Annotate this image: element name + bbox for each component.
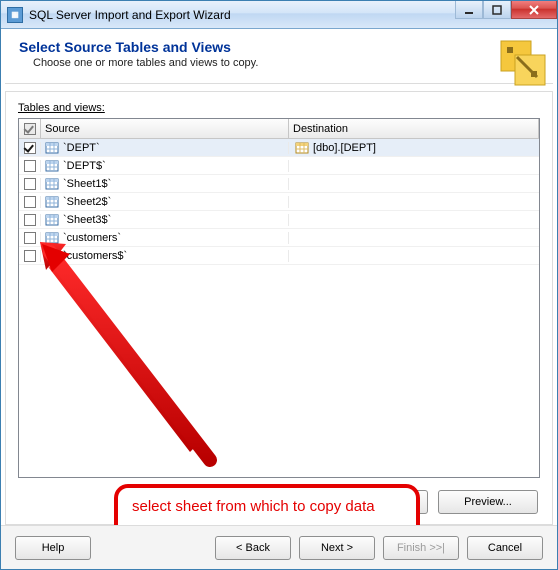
preview-button[interactable]: Preview... <box>438 490 538 514</box>
row-source-cell[interactable]: `DEPT` <box>41 142 289 154</box>
cancel-button[interactable]: Cancel <box>467 536 543 560</box>
edit-mappings-button[interactable]: Edit Mappings... <box>298 490 428 514</box>
wizard-footer: Help < Back Next > Finish >>| Cancel <box>1 525 557 569</box>
row-checkbox-cell[interactable] <box>19 160 41 172</box>
grid-label: Tables and views: <box>18 102 540 114</box>
row-checkbox[interactable] <box>24 214 36 226</box>
row-source-cell[interactable]: `Sheet2$` <box>41 196 289 208</box>
row-source-text: `Sheet3$` <box>63 214 111 226</box>
minimize-button[interactable] <box>455 1 483 19</box>
row-checkbox-cell[interactable] <box>19 178 41 190</box>
finish-button: Finish >>| <box>383 536 459 560</box>
row-source-cell[interactable]: `customers` <box>41 232 289 244</box>
divider <box>5 83 553 84</box>
grid-header: Source Destination <box>19 119 539 139</box>
worksheet-icon <box>45 160 59 172</box>
back-button[interactable]: < Back <box>215 536 291 560</box>
table-row[interactable]: `Sheet2$` <box>19 193 539 211</box>
header-source[interactable]: Source <box>41 119 289 138</box>
row-checkbox[interactable] <box>24 196 36 208</box>
table-row[interactable]: `DEPT$` <box>19 157 539 175</box>
table-row[interactable]: `DEPT` [dbo].[DEPT] <box>19 139 539 157</box>
row-checkbox-cell[interactable] <box>19 214 41 226</box>
row-source-text: `customers` <box>63 232 121 244</box>
row-checkbox-cell[interactable] <box>19 250 41 262</box>
worksheet-icon <box>45 232 59 244</box>
row-checkbox[interactable] <box>24 142 36 154</box>
select-all-checkbox[interactable] <box>24 123 36 135</box>
header-checkbox-cell[interactable] <box>19 119 41 138</box>
close-button[interactable] <box>511 1 557 19</box>
wizard-body: Tables and views: Source Destination `DE… <box>5 91 553 525</box>
worksheet-icon <box>45 250 59 262</box>
row-source-text: `DEPT$` <box>63 160 106 172</box>
worksheet-icon <box>45 142 59 154</box>
row-source-text: `Sheet1$` <box>63 178 111 190</box>
table-row[interactable]: `Sheet3$` <box>19 211 539 229</box>
row-source-cell[interactable]: `Sheet3$` <box>41 214 289 226</box>
row-source-text: `Sheet2$` <box>63 196 111 208</box>
row-destination-text: [dbo].[DEPT] <box>313 142 376 154</box>
row-checkbox[interactable] <box>24 232 36 244</box>
tables-grid: Source Destination `DEPT`[dbo].[DEPT]`DE… <box>18 118 540 478</box>
app-icon: ▦ <box>7 7 23 23</box>
table-icon <box>295 142 309 154</box>
page-title: Select Source Tables and Views <box>19 39 539 55</box>
titlebar: ▦ SQL Server Import and Export Wizard <box>1 1 557 29</box>
table-row[interactable]: `Sheet1$` <box>19 175 539 193</box>
header-destination[interactable]: Destination <box>289 119 539 138</box>
wizard-window: ▦ SQL Server Import and Export Wizard Se… <box>0 0 558 570</box>
window-buttons <box>455 1 557 19</box>
window-title: SQL Server Import and Export Wizard <box>29 8 231 22</box>
next-button[interactable]: Next > <box>299 536 375 560</box>
row-checkbox-cell[interactable] <box>19 142 41 154</box>
maximize-button[interactable] <box>483 1 511 19</box>
wizard-header-icon <box>495 35 551 91</box>
row-source-cell[interactable]: `DEPT$` <box>41 160 289 172</box>
row-checkbox[interactable] <box>24 160 36 172</box>
row-source-text: `customers$` <box>63 250 127 262</box>
worksheet-icon <box>45 178 59 190</box>
worksheet-icon <box>45 214 59 226</box>
grid-body: `DEPT` [dbo].[DEPT] `DEPT$` `Sheet1$` `Sheet… <box>19 139 539 265</box>
row-source-cell[interactable]: `customers$` <box>41 250 289 262</box>
help-button[interactable]: Help <box>15 536 91 560</box>
row-checkbox-cell[interactable] <box>19 196 41 208</box>
row-source-text: `DEPT` <box>63 142 100 154</box>
table-row[interactable]: `customers` <box>19 229 539 247</box>
row-source-cell[interactable]: `Sheet1$` <box>41 178 289 190</box>
table-row[interactable]: `customers$` <box>19 247 539 265</box>
row-checkbox[interactable] <box>24 178 36 190</box>
wizard-header: Select Source Tables and Views Choose on… <box>1 29 557 83</box>
worksheet-icon <box>45 196 59 208</box>
row-destination-cell[interactable]: [dbo].[DEPT] <box>289 142 539 154</box>
page-subtitle: Choose one or more tables and views to c… <box>33 57 539 69</box>
row-checkbox-cell[interactable] <box>19 232 41 244</box>
grid-buttons: Edit Mappings... Preview... <box>298 490 538 514</box>
row-checkbox[interactable] <box>24 250 36 262</box>
